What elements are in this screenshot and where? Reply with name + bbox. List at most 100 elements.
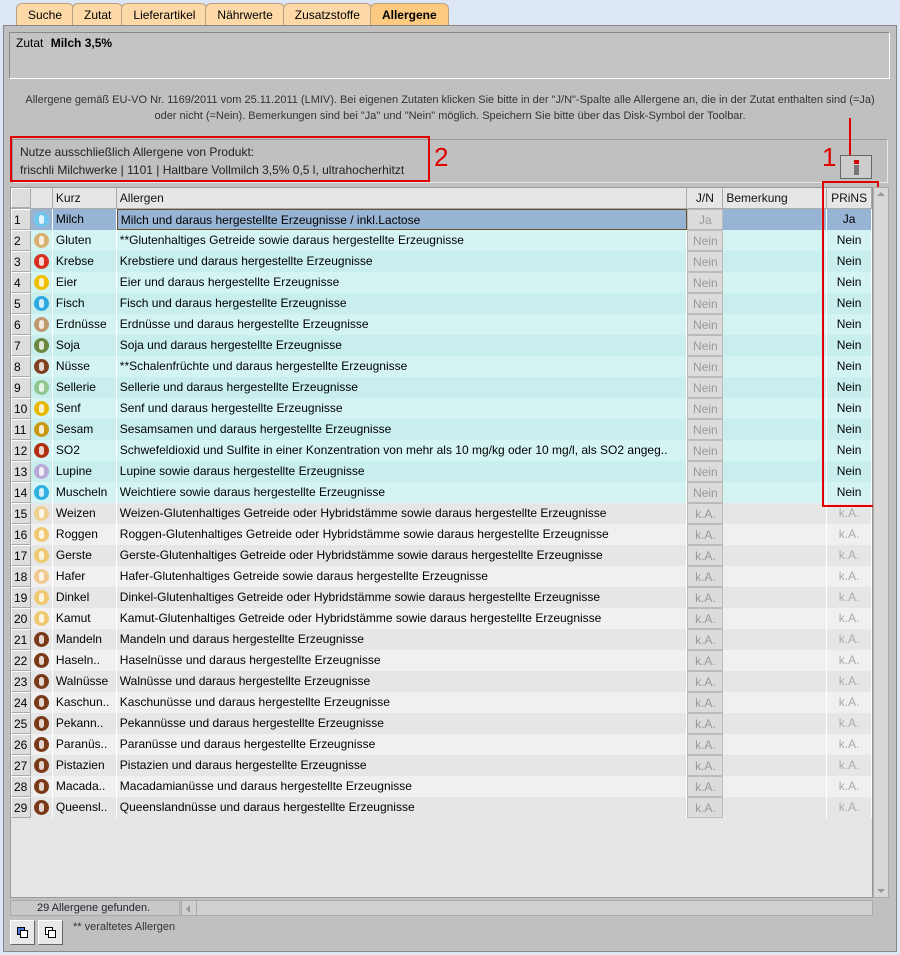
table-row[interactable]: 9 Sellerie Sellerie und daraus hergestellt… [11, 377, 872, 398]
header-jn[interactable]: J/N [687, 188, 724, 208]
cell-jn[interactable]: k.A. [687, 524, 724, 545]
cell-jn[interactable]: k.A. [687, 503, 724, 524]
cell-bemerkung[interactable] [723, 713, 828, 734]
cell-jn[interactable]: k.A. [687, 566, 724, 587]
cell-jn[interactable]: Nein [687, 356, 724, 377]
cell-bemerkung[interactable] [723, 755, 828, 776]
cell-jn[interactable]: Ja [687, 209, 724, 230]
cell-jn[interactable]: Nein [687, 335, 724, 356]
cell-jn[interactable]: k.A. [687, 734, 724, 755]
cell-bemerkung[interactable] [723, 335, 828, 356]
header-allergen[interactable]: Allergen [117, 188, 688, 208]
cell-jn[interactable]: k.A. [687, 587, 724, 608]
horizontal-scrollbar[interactable] [181, 900, 873, 916]
cell-bemerkung[interactable] [723, 440, 828, 461]
cell-bemerkung[interactable] [723, 314, 828, 335]
cell-jn[interactable]: k.A. [687, 797, 724, 818]
cell-jn[interactable]: Nein [687, 272, 724, 293]
cell-bemerkung[interactable] [723, 566, 828, 587]
cell-jn[interactable]: k.A. [687, 545, 724, 566]
table-row[interactable]: 14 Muscheln Weichtiere sowie daraus herges… [11, 482, 872, 503]
scroll-down-icon[interactable] [877, 889, 885, 893]
cell-jn[interactable]: Nein [687, 461, 724, 482]
table-row[interactable]: 24 Kaschun.. Kaschunüsse und daraus herges… [11, 692, 872, 713]
cell-jn[interactable]: k.A. [687, 692, 724, 713]
table-row[interactable]: 16 Roggen Roggen-Glutenhaltiges Getreide o… [11, 524, 872, 545]
cell-bemerkung[interactable] [723, 608, 828, 629]
table-row[interactable]: 3 Krebse Krebstiere und daraus hergestellt… [11, 251, 872, 272]
header-kurz[interactable]: Kurz [53, 188, 117, 208]
table-row[interactable]: 18 Hafer Hafer-Glutenhaltiges Getreide sow… [11, 566, 872, 587]
header-bemerkung[interactable]: Bemerkung [723, 188, 828, 208]
scroll-up-icon[interactable] [877, 192, 885, 196]
cell-bemerkung[interactable] [723, 419, 828, 440]
cell-jn[interactable]: Nein [687, 377, 724, 398]
cell-jn[interactable]: k.A. [687, 776, 724, 797]
table-row[interactable]: 21 Mandeln Mandeln und daraus hergestellte… [11, 629, 872, 650]
tab-zutat[interactable]: Zutat [72, 3, 124, 26]
cell-bemerkung[interactable] [723, 671, 828, 692]
table-row[interactable]: 7 Soja Soja und daraus hergestellte Erzeug… [11, 335, 872, 356]
cell-bemerkung[interactable] [723, 629, 828, 650]
cell-bemerkung[interactable] [723, 545, 828, 566]
table-row[interactable]: 17 Gerste Gerste-Glutenhaltiges Getreide o… [11, 545, 872, 566]
cell-bemerkung[interactable] [723, 734, 828, 755]
table-row[interactable]: 11 Sesam Sesamsamen und daraus hergestellt… [11, 419, 872, 440]
cell-bemerkung[interactable] [723, 377, 828, 398]
tab-zusatzstoffe[interactable]: Zusatzstoffe [282, 3, 372, 26]
table-row[interactable]: 13 Lupine Lupine sowie daraus hergestellte… [11, 461, 872, 482]
cell-jn[interactable]: k.A. [687, 650, 724, 671]
select-all-button[interactable] [10, 920, 35, 945]
tab-nährwerte[interactable]: Nährwerte [205, 3, 285, 26]
cell-bemerkung[interactable] [723, 209, 828, 230]
table-row[interactable]: 8 Nüsse **Schalenfrüchte und daraus herges… [11, 356, 872, 377]
table-row[interactable]: 19 Dinkel Dinkel-Glutenhaltiges Getreide o… [11, 587, 872, 608]
cell-bemerkung[interactable] [723, 587, 828, 608]
table-row[interactable]: 12 SO2 Schwefeldioxid und Sulfite in einer… [11, 440, 872, 461]
scroll-left-icon[interactable] [186, 905, 190, 913]
table-row[interactable]: 1 Milch Milch und daraus hergestellte Erze… [11, 209, 872, 230]
table-row[interactable]: 2 Gluten **Glutenhaltiges Getreide sowie d… [11, 230, 872, 251]
cell-jn[interactable]: k.A. [687, 755, 724, 776]
table-row[interactable]: 23 Walnüsse Walnüsse und daraus hergestell… [11, 671, 872, 692]
table-row[interactable]: 15 Weizen Weizen-Glutenhaltiges Getreide o… [11, 503, 872, 524]
table-row[interactable]: 25 Pekann.. Pekannüsse und daraus hergeste… [11, 713, 872, 734]
cell-bemerkung[interactable] [723, 293, 828, 314]
tab-lieferartikel[interactable]: Lieferartikel [121, 3, 208, 26]
tab-suche[interactable]: Suche [16, 3, 75, 26]
cell-bemerkung[interactable] [723, 692, 828, 713]
table-row[interactable]: 29 Queensl.. Queenslandnüsse und daraus he… [11, 797, 872, 818]
cell-jn[interactable]: Nein [687, 419, 724, 440]
cell-bemerkung[interactable] [723, 776, 828, 797]
table-row[interactable]: 20 Kamut Kamut-Glutenhaltiges Getreide ode… [11, 608, 872, 629]
table-row[interactable]: 5 Fisch Fisch und daraus hergestellte Erze… [11, 293, 872, 314]
table-row[interactable]: 4 Eier Eier und daraus hergestellte Erzeug… [11, 272, 872, 293]
cell-bemerkung[interactable] [723, 251, 828, 272]
cell-bemerkung[interactable] [723, 272, 828, 293]
table-row[interactable]: 6 Erdnüsse Erdnüsse und daraus hergestellt… [11, 314, 872, 335]
cell-bemerkung[interactable] [723, 230, 828, 251]
cell-jn[interactable]: k.A. [687, 671, 724, 692]
cell-bemerkung[interactable] [723, 503, 828, 524]
table-row[interactable]: 27 Pistazien Pistazien und daraus hergeste… [11, 755, 872, 776]
cell-bemerkung[interactable] [723, 650, 828, 671]
cell-jn[interactable]: Nein [687, 398, 724, 419]
cell-jn[interactable]: Nein [687, 251, 724, 272]
cell-bemerkung[interactable] [723, 398, 828, 419]
cell-jn[interactable]: Nein [687, 482, 724, 503]
cell-bemerkung[interactable] [723, 461, 828, 482]
vertical-scrollbar[interactable] [873, 187, 889, 898]
table-row[interactable]: 26 Paranüs.. Paranüsse und daraus hergeste… [11, 734, 872, 755]
cell-jn[interactable]: Nein [687, 293, 724, 314]
table-row[interactable]: 28 Macada.. Macadamianüsse und daraus herg… [11, 776, 872, 797]
cell-jn[interactable]: Nein [687, 314, 724, 335]
table-row[interactable]: 10 Senf Senf und daraus hergestellte Erzeu… [11, 398, 872, 419]
info-button[interactable] [840, 155, 872, 179]
cell-bemerkung[interactable] [723, 797, 828, 818]
deselect-all-button[interactable] [38, 920, 63, 945]
cell-jn[interactable]: k.A. [687, 608, 724, 629]
cell-bemerkung[interactable] [723, 524, 828, 545]
table-row[interactable]: 22 Haseln.. Haselnüsse und daraus hergeste… [11, 650, 872, 671]
cell-jn[interactable]: k.A. [687, 713, 724, 734]
cell-jn[interactable]: Nein [687, 230, 724, 251]
